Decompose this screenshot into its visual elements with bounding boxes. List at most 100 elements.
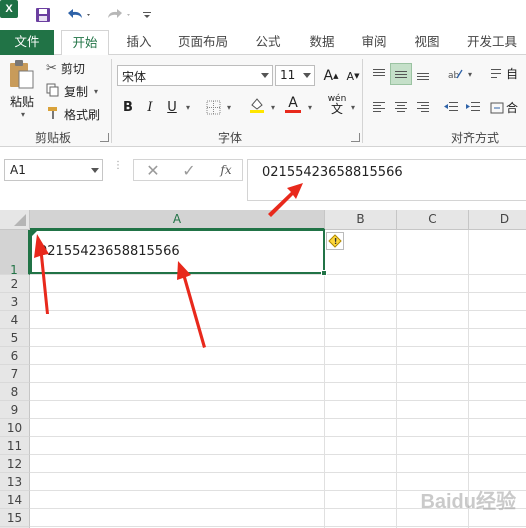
bold-button[interactable]: B	[117, 96, 139, 118]
italic-button[interactable]: I	[139, 96, 161, 118]
align-middle-button[interactable]	[390, 63, 412, 85]
insert-function-icon[interactable]: fx	[215, 159, 237, 181]
row-header-15[interactable]: 15	[0, 509, 30, 527]
orientation-button[interactable]: ab	[444, 63, 466, 85]
tab-data[interactable]: 数据	[300, 30, 344, 55]
gridline	[468, 230, 469, 528]
column-header-d[interactable]: D	[469, 210, 526, 230]
gridline	[30, 454, 526, 455]
format-painter-button[interactable]: 格式刷	[46, 106, 100, 123]
name-box[interactable]: A1	[4, 159, 103, 181]
paste-icon	[7, 59, 37, 91]
align-right-button[interactable]	[412, 96, 434, 118]
row-header-9[interactable]: 9	[0, 401, 30, 419]
cancel-icon[interactable]: ✕	[142, 159, 164, 181]
tab-developer[interactable]: 开发工具	[458, 30, 526, 55]
align-left-button[interactable]	[368, 96, 390, 118]
cell-a1[interactable]: 02155423658815566	[31, 230, 323, 273]
merge-center-button[interactable]: 合	[490, 99, 518, 116]
tab-formulas[interactable]: 公式	[246, 30, 290, 55]
fill-color-button[interactable]	[246, 94, 268, 116]
align-top-button[interactable]	[368, 63, 390, 85]
font-size-select[interactable]: 11	[275, 65, 315, 86]
gridline	[30, 418, 526, 419]
chevron-down-icon	[261, 73, 269, 78]
chevron-down-icon[interactable]: ▾	[227, 103, 231, 112]
copy-button[interactable]: 复制 ▾	[46, 83, 98, 100]
font-name-value: 宋体	[122, 70, 147, 84]
clipboard-dialog-launcher-icon[interactable]	[100, 133, 109, 142]
chevron-down-icon[interactable]: ▾	[308, 103, 312, 112]
wrap-text-button[interactable]: 自	[490, 65, 518, 82]
underline-button[interactable]: U	[161, 96, 183, 118]
cut-button[interactable]: ✂ 剪切	[46, 60, 85, 77]
save-icon[interactable]	[34, 4, 52, 26]
chevron-down-icon[interactable]: ▾	[468, 70, 472, 79]
row-header-8[interactable]: 8	[0, 383, 30, 401]
cut-label: 剪切	[60, 62, 85, 76]
undo-icon[interactable]	[64, 4, 94, 26]
gridline	[30, 310, 526, 311]
row-header-3[interactable]: 3	[0, 293, 30, 311]
svg-text:!: !	[334, 237, 338, 246]
column-header-b[interactable]: B	[325, 210, 397, 230]
borders-button[interactable]	[202, 96, 224, 118]
formula-bar-grip-icon[interactable]: ⋮	[113, 161, 123, 178]
row-header-5[interactable]: 5	[0, 329, 30, 347]
font-name-select[interactable]: 宋体	[117, 65, 273, 86]
font-size-value: 11	[280, 68, 296, 82]
tab-page-layout[interactable]: 页面布局	[172, 30, 234, 55]
paste-button[interactable]: 粘贴 ▾	[4, 59, 40, 119]
row-header-2[interactable]: 2	[0, 275, 30, 293]
tab-insert[interactable]: 插入	[115, 30, 163, 55]
phonetic-button[interactable]: wén 文	[326, 93, 348, 115]
tab-home[interactable]: 开始	[61, 30, 109, 56]
font-color-button[interactable]: A	[282, 93, 304, 115]
increase-indent-button[interactable]	[462, 96, 484, 118]
tab-view[interactable]: 视图	[405, 30, 449, 55]
row-header-4[interactable]: 4	[0, 311, 30, 329]
column-header-a[interactable]: A	[30, 210, 325, 230]
format-painter-label: 格式刷	[64, 108, 101, 122]
row-header-1[interactable]: 1	[0, 230, 30, 277]
wrap-text-label: 自	[506, 67, 519, 81]
formula-input[interactable]: 02155423658815566	[247, 159, 526, 201]
grow-font-icon: A	[323, 68, 334, 84]
column-header-c[interactable]: C	[397, 210, 469, 230]
row-header-13[interactable]: 13	[0, 473, 30, 491]
quick-access-toolbar: X	[0, 0, 526, 30]
customize-qat-icon[interactable]	[140, 4, 154, 26]
ribbon-tabs: 文件 开始 插入 页面布局 公式 数据 审阅 视图 开发工具	[0, 30, 526, 56]
error-indicator-icon	[31, 230, 38, 237]
watermark: Baidu经验	[420, 491, 516, 513]
chevron-down-icon[interactable]: ▾	[186, 103, 190, 112]
row-header-7[interactable]: 7	[0, 365, 30, 383]
tab-review[interactable]: 审阅	[352, 30, 396, 55]
gridline	[30, 472, 526, 473]
merge-label: 合	[506, 101, 519, 115]
enter-check-icon[interactable]: ✓	[178, 159, 200, 181]
row-header-11[interactable]: 11	[0, 437, 30, 455]
gridline	[30, 382, 526, 383]
decrease-indent-button[interactable]	[440, 96, 462, 118]
chevron-down-icon[interactable]: ▾	[351, 103, 355, 112]
shrink-font-button[interactable]: A ▼	[342, 65, 364, 87]
gridline	[30, 364, 526, 365]
align-center-button[interactable]	[390, 96, 412, 118]
tab-file[interactable]: 文件	[0, 30, 54, 55]
gridline	[30, 436, 526, 437]
fill-handle[interactable]	[321, 270, 327, 276]
redo-icon[interactable]	[104, 4, 134, 26]
chevron-down-icon[interactable]: ▾	[271, 103, 275, 112]
font-dialog-launcher-icon[interactable]	[351, 133, 360, 142]
row-header-12[interactable]: 12	[0, 455, 30, 473]
align-bottom-button[interactable]	[412, 63, 434, 85]
grow-font-button[interactable]: A ▲	[320, 65, 342, 87]
select-all-corner[interactable]	[0, 210, 30, 230]
row-header-10[interactable]: 10	[0, 419, 30, 437]
row-header-14[interactable]: 14	[0, 491, 30, 509]
row-header-6[interactable]: 6	[0, 347, 30, 365]
worksheet-grid[interactable]: A B C D 12345678910111213141516 02155423…	[0, 210, 526, 528]
warning-icon[interactable]: !	[326, 232, 344, 250]
gridline	[30, 346, 526, 347]
